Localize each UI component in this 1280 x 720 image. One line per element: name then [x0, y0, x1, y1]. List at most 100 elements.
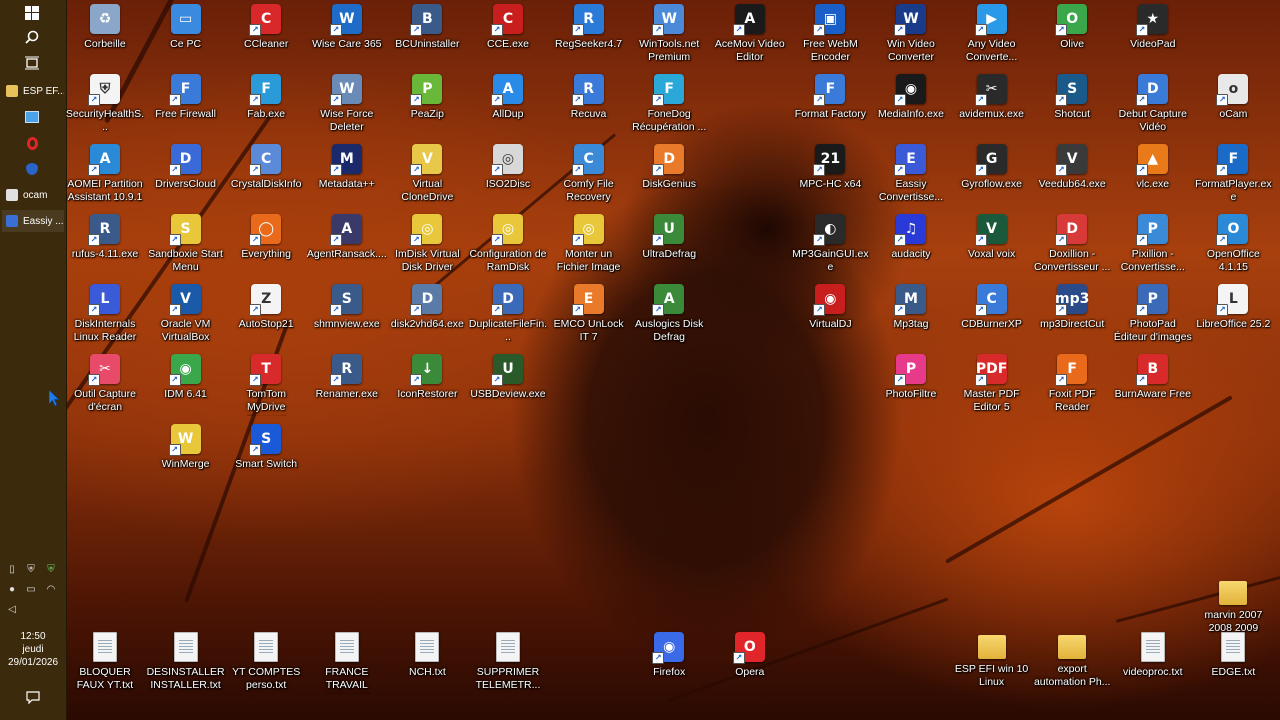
wifi-icon[interactable]: ◠ [44, 582, 58, 596]
desktop-icon-format-factory[interactable]: F ↗ Format Factory [790, 70, 870, 121]
desktop-icon-comfy-recovery[interactable]: C ↗ Comfy File Recovery [549, 140, 629, 204]
desktop-icon-wise-force-deleter[interactable]: W ↗ Wise Force Deleter [307, 70, 387, 134]
desktop-icon-opera-desktop[interactable]: O ↗ Opera [710, 628, 790, 679]
desktop-icon-driverscloud[interactable]: D ↗ DriversCloud [146, 140, 226, 191]
desktop-icon-cdburnerxp[interactable]: C ↗ CDBurnerXP [952, 280, 1032, 331]
desktop-icon-vlc[interactable]: ▲ ↗ vlc.exe [1113, 140, 1193, 191]
desktop-icon-photofiltre[interactable]: P ↗ PhotoFiltre [871, 350, 951, 401]
desktop-icon-mp3gain[interactable]: ◐ ↗ MP3GainGUI.exe [790, 210, 870, 274]
desktop-icon-eassiy-convert[interactable]: E ↗ Eassiy Convertisse... [871, 140, 951, 204]
desktop-icon-ocam-desktop[interactable]: o ↗ oCam [1193, 70, 1273, 121]
desktop-icon-agentransack[interactable]: A ↗ AgentRansack.... [307, 210, 387, 261]
desktop-icon-snipping-tool[interactable]: ✂ ↗ Outil Capture d'écran [65, 350, 145, 414]
microphone-icon[interactable]: ● [5, 582, 19, 596]
desktop-icon-audacity[interactable]: ♫ ↗ audacity [871, 210, 951, 261]
desktop-icon-foxit[interactable]: F ↗ Foxit PDF Reader [1032, 350, 1112, 414]
taskbar-app-esp-efi[interactable]: ESP EF... [2, 80, 64, 102]
desktop-icon-videopad[interactable]: ★ ↗ VideoPad [1113, 0, 1193, 51]
desktop-icon-regseeker[interactable]: R ↗ RegSeeker4.7 [549, 0, 629, 51]
desktop-icon-diskgenius[interactable]: D ↗ DiskGenius [629, 140, 709, 191]
desktop-icon-text-file[interactable]: DESINSTALLER INSTALLER.txt [146, 628, 226, 692]
desktop-icon-sandboxie[interactable]: S ↗ Sandboxie Start Menu [146, 210, 226, 274]
desktop-icon-burnaware[interactable]: B ↗ BurnAware Free [1113, 350, 1193, 401]
desktop-icon-imdisk[interactable]: ◎ ↗ ImDisk Virtual Disk Driver [387, 210, 467, 274]
desktop-icon-formatplayer[interactable]: F ↗ FormatPlayer.exe [1193, 140, 1273, 204]
desktop-icon-win-video-converter[interactable]: W ↗ Win Video Converter [871, 0, 951, 64]
desktop-icon-fonedog[interactable]: F ↗ FoneDog Récupération ... [629, 70, 709, 134]
desktop-icon-mp3tag[interactable]: M ↗ Mp3tag [871, 280, 951, 331]
desktop-icon-virtual-clonedrive[interactable]: V ↗ Virtual CloneDrive [387, 140, 467, 204]
desktop-icon-master-pdf[interactable]: PDF ↗ Master PDF Editor 5 [952, 350, 1032, 414]
desktop-icon-openoffice[interactable]: O ↗ OpenOffice 4.1.15 [1193, 210, 1273, 274]
desktop-icon-any-video-converter[interactable]: ▶ ↗ Any Video Converte... [952, 0, 1032, 64]
desktop-icon-linux-reader[interactable]: L ↗ DiskInternals Linux Reader [65, 280, 145, 344]
desktop-icon-recycle-bin[interactable]: ♻ Corbeille [65, 0, 145, 51]
desktop-icon-free-firewall[interactable]: F ↗ Free Firewall [146, 70, 226, 121]
desktop-icon-fab[interactable]: F ↗ Fab.exe [226, 70, 306, 121]
desktop-icon-mp3directcut[interactable]: mp3 ↗ mp3DirectCut [1032, 280, 1112, 331]
desktop-icon-virtualbox[interactable]: V ↗ Oracle VM VirtualBox [146, 280, 226, 344]
desktop-icon-pixillion[interactable]: P ↗ Pixillion - Convertisse... [1113, 210, 1193, 274]
speaker-icon[interactable]: ◁ [5, 602, 19, 616]
desktop-icon-metadata[interactable]: M ↗ Metadata++ [307, 140, 387, 191]
desktop-icon-iso2disc[interactable]: ◎ ↗ ISO2Disc [468, 140, 548, 191]
windows-logo-icon[interactable] [18, 2, 46, 24]
desktop-icon-emco-unlock[interactable]: E ↗ EMCO UnLock IT 7 [549, 280, 629, 344]
desktop-icon-wintools[interactable]: W ↗ WinTools.net Premium [629, 0, 709, 64]
desktop-icon-security-health[interactable]: ⛨ ↗ SecurityHealthS... [65, 70, 145, 134]
desktop-icon-mediainfo[interactable]: ◉ ↗ MediaInfo.exe [871, 70, 951, 121]
desktop-icon-gyroflow[interactable]: G ↗ Gyroflow.exe [952, 140, 1032, 191]
desktop-icon-text-file[interactable]: NCH.txt [387, 628, 467, 679]
desktop-icon-voxal[interactable]: V ↗ Voxal voix [952, 210, 1032, 261]
shield-app-icon[interactable] [22, 159, 42, 179]
desktop-icon-acemovi[interactable]: A ↗ AceMovi Video Editor [710, 0, 790, 64]
desktop-icon-firefox[interactable]: ◉ ↗ Firefox [629, 628, 709, 679]
desktop-icon-peazip[interactable]: P ↗ PeaZip [387, 70, 467, 121]
desktop-icon-text-file[interactable]: BLOQUER FAUX YT.txt [65, 628, 145, 692]
desktop-icon-cce[interactable]: C ↗ CCE.exe [468, 0, 548, 51]
notification-icon[interactable] [24, 688, 42, 706]
desktop-icon-recuva[interactable]: R ↗ Recuva [549, 70, 629, 121]
usb-icon[interactable]: ▯ [5, 562, 19, 576]
taskbar-app-ocam[interactable]: ocam [2, 184, 64, 206]
desktop-icon-idm[interactable]: ◉ ↗ IDM 6.41 [146, 350, 226, 401]
desktop-icon-ramdisk-config[interactable]: ◎ ↗ Configuration de RamDisk [468, 210, 548, 274]
desktop-icon-bcuninstaller[interactable]: B ↗ BCUninstaller [387, 0, 467, 51]
desktop-icon-shotcut[interactable]: S ↗ Shotcut [1032, 70, 1112, 121]
desktop-icon-text-file[interactable]: videoproc.txt [1113, 628, 1193, 679]
desktop-icon-folder[interactable]: ESP EFI win 10 Linux [952, 628, 1032, 689]
desktop-icon-folder[interactable]: export automation Ph... [1032, 628, 1112, 689]
desktop-icon-aomei[interactable]: A ↗ AOMEI Partition Assistant 10.9.1 [65, 140, 145, 204]
desktop-icon-libreoffice[interactable]: L ↗ LibreOffice 25.2 [1193, 280, 1273, 331]
desktop-icon-iconrestorer[interactable]: ↓ ↗ IconRestorer [387, 350, 467, 401]
desktop-icon-text-file[interactable]: YT COMPTES perso.txt [226, 628, 306, 692]
desktop-icon-renamer[interactable]: R ↗ Renamer.exe [307, 350, 387, 401]
desktop-icon-ccleaner[interactable]: C ↗ CCleaner [226, 0, 306, 51]
desktop-icon-crystaldiskinfo[interactable]: C ↗ CrystalDiskInfo [226, 140, 306, 191]
desktop-icon-computer[interactable]: ▭ Ce PC [146, 0, 226, 51]
desktop-icon-debut-capture[interactable]: D ↗ Debut Capture Vidéo [1113, 70, 1193, 134]
desktop-icon-usbdeview[interactable]: U ↗ USBDeview.exe [468, 350, 548, 401]
desktop-icon-wise-care[interactable]: W ↗ Wise Care 365 [307, 0, 387, 51]
desktop-icon-tomtom[interactable]: T↗TomTom MyDrive Connect [226, 350, 306, 416]
desktop-icon-winmerge[interactable]: W ↗ WinMerge [146, 420, 226, 471]
desktop-icon-doxillion[interactable]: D ↗ Doxillion - Convertisseur ... [1032, 210, 1112, 274]
taskbar-app-eassiy[interactable]: Eassiy ... [2, 210, 64, 232]
desktop-icon-smart-switch[interactable]: S ↗ Smart Switch [226, 420, 306, 471]
desktop-icon-mpc-hc[interactable]: 21 ↗ MPC-HC x64 [790, 140, 870, 191]
search-icon[interactable] [18, 26, 46, 48]
desktop-icon-folder-archive[interactable]: marvin 2007 2008 2009 [1193, 574, 1273, 635]
desktop-icon-rufus[interactable]: R ↗ rufus-4.11.exe [65, 210, 145, 261]
desktop-icon-auslogics[interactable]: A ↗ Auslogics Disk Defrag [629, 280, 709, 344]
desktop-icon-photopad[interactable]: P ↗ PhotoPad Éditeur d'images [1113, 280, 1193, 344]
monitor-icon[interactable] [22, 107, 42, 127]
desktop-icon-webm-encoder[interactable]: ▣ ↗ Free WebM Encoder [790, 0, 870, 64]
defender-icon[interactable]: ⛨ [24, 562, 38, 576]
desktop-icon-autostop[interactable]: Z ↗ AutoStop21 [226, 280, 306, 331]
desktop-icon-text-file[interactable]: FRANCE TRAVAIL contact.txt [307, 628, 387, 694]
desktop-icon-duplicate-finder[interactable]: D ↗ DuplicateFileFin... [468, 280, 548, 344]
desktop-icon-disk2vhd[interactable]: D ↗ disk2vhd64.exe [387, 280, 467, 331]
security-icon[interactable]: ⛨ [44, 562, 58, 576]
desktop-icon-virtualdj[interactable]: ◉ ↗ VirtualDJ [790, 280, 870, 331]
desktop-icon-avidemux[interactable]: ✂ ↗ avidemux.exe [952, 70, 1032, 121]
